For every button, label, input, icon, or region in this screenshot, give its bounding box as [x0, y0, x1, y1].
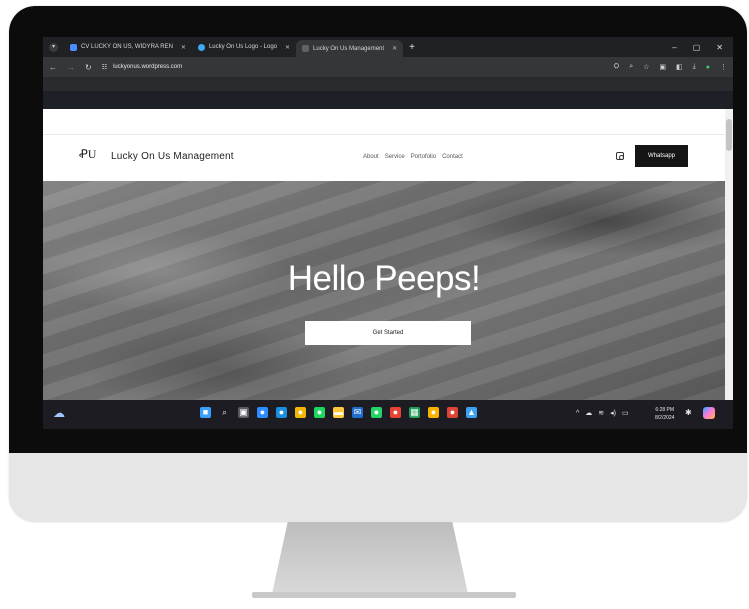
reload-icon[interactable]: ↻ — [85, 63, 92, 72]
instagram-icon[interactable] — [616, 152, 624, 160]
bookmark-bar — [43, 77, 733, 91]
extension-icon[interactable]: ▣ — [659, 63, 666, 71]
taskbar-clock[interactable]: 6:28 PM 8/2/2024 — [655, 406, 674, 422]
battery-icon[interactable]: ▭ — [622, 409, 629, 417]
windows-taskbar: ☁ ■ ⌕ ▣ ● ● ● ● ▬ ✉ ● ● ▦ ● ● ▲ ^ ☁ ≋ ◂) ▭ 6:28 PM 8/2… — [43, 400, 733, 429]
close-icon[interactable]: ✕ — [285, 44, 290, 51]
site-info-icon[interactable]: ☷ — [102, 64, 107, 71]
chrome-icon[interactable]: ● — [295, 407, 306, 418]
address-bar[interactable]: ☷ luckyonus.wordpress.com — [102, 64, 182, 71]
site-nav: About Service Portofolio Contact — [363, 154, 463, 160]
toolbar-actions: ⛭ ⌕ ☆ ▣ ◧ ⤓ ● ⋮ — [614, 63, 727, 71]
zoom-icon[interactable]: ● — [257, 407, 268, 418]
wordpress-admin-bar — [43, 91, 733, 109]
browser-toolbar: ← → ↻ ☷ luckyonus.wordpress.com ⛭ ⌕ ☆ ▣ … — [43, 57, 733, 77]
globe-icon — [197, 43, 205, 51]
vpn-extension-icon[interactable]: ● — [706, 64, 710, 71]
spotify-icon[interactable]: ● — [314, 407, 325, 418]
cloud-icon[interactable]: ☁ — [585, 409, 592, 417]
nav-portofolio[interactable]: Portofolio — [411, 154, 436, 160]
get-started-button[interactable]: Get Started — [305, 321, 471, 345]
photos-icon[interactable]: ▲ — [466, 407, 477, 418]
mail-icon[interactable]: ✉ — [352, 407, 363, 418]
close-icon[interactable]: ✕ — [392, 45, 397, 52]
page-scrollbar[interactable] — [725, 109, 733, 400]
notification-icon[interactable]: ✱ — [685, 408, 692, 417]
volume-icon[interactable]: ◂) — [610, 409, 616, 417]
close-window-button[interactable]: ✕ — [716, 43, 723, 52]
files-icon[interactable]: ▬ — [333, 407, 344, 418]
clock-date: 8/2/2024 — [655, 415, 675, 421]
search-icon[interactable]: ⌕ — [219, 407, 230, 418]
chrome-profile-3-icon[interactable]: ● — [447, 407, 458, 418]
hero-section: Hello Peeps! Get Started — [43, 181, 725, 400]
wifi-icon[interactable]: ≋ — [598, 409, 604, 417]
site-topbar — [43, 109, 725, 135]
window-controls: – ▢ ✕ — [672, 43, 733, 52]
minimize-button[interactable]: – — [672, 43, 676, 52]
maximize-button[interactable]: ▢ — [693, 43, 701, 52]
chevron-up-icon[interactable]: ^ — [576, 410, 579, 417]
scrollbar-thumb[interactable] — [726, 119, 732, 151]
chrome-profile-2-icon[interactable]: ● — [428, 407, 439, 418]
tab-title: CV LUCKY ON US, WIDYRA REN — [81, 44, 173, 50]
taskbar-apps: ■ ⌕ ▣ ● ● ● ● ▬ ✉ ● ● ▦ ● ● ▲ — [200, 407, 477, 418]
system-tray: ^ ☁ ≋ ◂) ▭ — [576, 409, 629, 418]
forward-icon[interactable]: → — [67, 63, 75, 72]
chrome-profile-icon[interactable]: ● — [390, 407, 401, 418]
nav-service[interactable]: Service — [385, 154, 405, 160]
tab-title: Lucky On Us Logo - Logo — [208, 44, 277, 50]
clock-time: 6:28 PM — [655, 407, 675, 413]
tab-title: Lucky On Us Management — [313, 45, 385, 52]
translate-icon[interactable]: ⛭ — [614, 63, 620, 71]
start-icon[interactable]: ■ — [200, 407, 211, 418]
hero-title: Hello Peeps! — [287, 259, 481, 298]
chevron-down-icon[interactable]: ▾ — [49, 42, 58, 52]
download-icon[interactable]: ⤓ — [693, 63, 696, 71]
monitor-mockup: ▾ CV LUCKY ON US, WIDYRA REN ✕ Lucky On … — [0, 0, 749, 609]
site-title[interactable]: Lucky On Us Management — [111, 151, 234, 162]
star-icon[interactable]: ☆ — [643, 63, 649, 71]
tab-cv[interactable]: CV LUCKY ON US, WIDYRA REN ✕ — [64, 39, 192, 55]
nav-contact[interactable]: Contact — [442, 154, 463, 160]
url-text[interactable]: luckyonus.wordpress.com — [113, 64, 182, 70]
task-view-icon[interactable]: ▣ — [238, 407, 249, 418]
tab-management[interactable]: Lucky On Us Management ✕ — [296, 40, 404, 57]
new-tab-button[interactable]: + — [409, 42, 415, 53]
site-header: ꝒU Lucky On Us Management About Service … — [43, 135, 725, 181]
sheets-icon[interactable]: ▦ — [409, 407, 420, 418]
side-panel-icon[interactable]: ◧ — [676, 63, 683, 71]
site-logo[interactable]: ꝒU — [79, 147, 96, 163]
tab-strip: ▾ CV LUCKY ON US, WIDYRA REN ✕ Lucky On … — [43, 37, 733, 57]
menu-icon[interactable]: ⋮ — [720, 63, 727, 71]
weather-icon[interactable]: ☁ — [53, 406, 65, 420]
shield-icon — [70, 43, 77, 51]
edge-icon[interactable]: ● — [276, 407, 287, 418]
whatsapp-icon[interactable]: ● — [371, 407, 382, 418]
copilot-icon[interactable] — [703, 407, 715, 419]
tab-logo[interactable]: Lucky On Us Logo - Logo ✕ — [192, 39, 296, 55]
back-icon[interactable]: ← — [49, 63, 57, 72]
close-icon[interactable]: ✕ — [181, 44, 186, 51]
whatsapp-button[interactable]: Whatsapp — [635, 145, 688, 167]
nav-about[interactable]: About — [363, 154, 379, 160]
zoom-icon[interactable]: ⌕ — [629, 63, 633, 71]
tab-search-icon[interactable]: ▾ — [43, 39, 64, 55]
website: ꝒU Lucky On Us Management About Service … — [43, 109, 725, 400]
page-icon — [302, 45, 310, 52]
monitor-stand-base — [252, 592, 516, 598]
monitor-stand — [272, 522, 468, 594]
screen: ▾ CV LUCKY ON US, WIDYRA REN ✕ Lucky On … — [43, 37, 733, 429]
